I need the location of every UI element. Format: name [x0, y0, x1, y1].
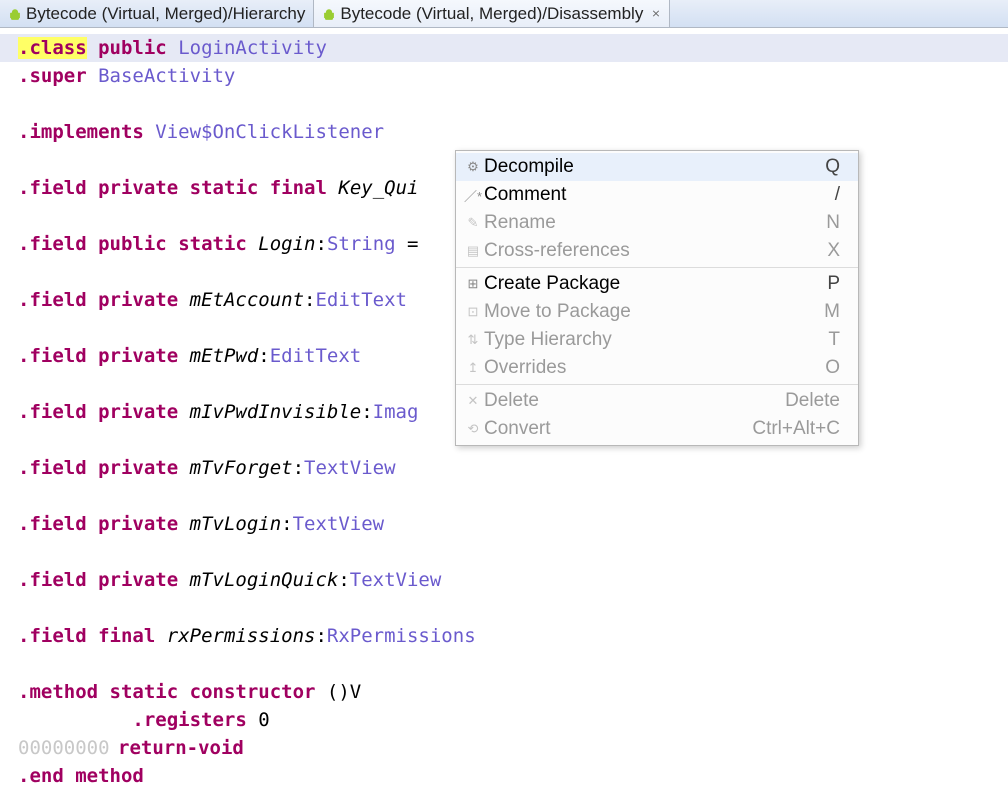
menu-icon: ↥	[462, 360, 484, 376]
android-icon	[8, 7, 22, 21]
close-icon[interactable]: ⨯	[651, 7, 660, 20]
menu-item-convert: ⟲ConvertCtrl+Alt+C	[456, 415, 858, 443]
address: 00000000	[18, 734, 118, 762]
code-line[interactable]	[0, 90, 1008, 118]
menu-icon: ✎	[462, 215, 484, 231]
menu-label: Decompile	[484, 156, 825, 178]
menu-label: Cross-references	[484, 240, 827, 262]
menu-label: Move to Package	[484, 301, 824, 323]
menu-icon: ⊡	[462, 304, 484, 320]
code-line[interactable]: .super BaseActivity	[0, 62, 1008, 90]
code-line[interactable]: .end method	[0, 762, 1008, 790]
menu-item-rename: ✎RenameN	[456, 209, 858, 237]
menu-shortcut: Q	[825, 156, 840, 178]
menu-icon: ／*	[462, 186, 484, 205]
menu-shortcut: O	[825, 357, 840, 379]
code-line[interactable]: .class public LoginActivity	[0, 34, 1008, 62]
menu-shortcut: Ctrl+Alt+C	[752, 418, 840, 440]
menu-icon: ✕	[462, 393, 484, 409]
code-line[interactable]: .method static constructor ()V	[0, 678, 1008, 706]
menu-label: Create Package	[484, 273, 827, 295]
code-line[interactable]: .implements View$OnClickListener	[0, 118, 1008, 146]
menu-icon: ⚙	[462, 159, 484, 175]
menu-icon: ⟲	[462, 421, 484, 437]
code-line[interactable]: .field final rxPermissions:RxPermissions	[0, 622, 1008, 650]
tab-disassembly[interactable]: Bytecode (Virtual, Merged)/Disassembly ⨯	[314, 0, 669, 27]
menu-label: Delete	[484, 390, 785, 412]
menu-item-overrides: ↥OverridesO	[456, 354, 858, 382]
code-line[interactable]	[0, 650, 1008, 678]
menu-icon: ⇅	[462, 332, 484, 348]
menu-label: Convert	[484, 418, 752, 440]
menu-label: Comment	[484, 184, 835, 206]
menu-shortcut: P	[827, 273, 840, 295]
menu-label: Rename	[484, 212, 826, 234]
code-line[interactable]: .field private mTvForget:TextView	[0, 454, 1008, 482]
code-line[interactable]: .field private mTvLoginQuick:TextView	[0, 566, 1008, 594]
menu-shortcut: Delete	[785, 390, 840, 412]
tab-hierarchy[interactable]: Bytecode (Virtual, Merged)/Hierarchy	[0, 0, 314, 27]
code-line[interactable]	[0, 538, 1008, 566]
menu-item-move-to-package: ⊡Move to PackageM	[456, 298, 858, 326]
menu-item-decompile[interactable]: ⚙DecompileQ	[456, 153, 858, 181]
tab-label: Bytecode (Virtual, Merged)/Hierarchy	[26, 4, 305, 24]
menu-icon: ⊞	[462, 276, 484, 292]
menu-item-type-hierarchy: ⇅Type HierarchyT	[456, 326, 858, 354]
menu-label: Type Hierarchy	[484, 329, 828, 351]
tab-label: Bytecode (Virtual, Merged)/Disassembly	[340, 4, 643, 24]
menu-item-delete: ✕DeleteDelete	[456, 387, 858, 415]
menu-shortcut: X	[827, 240, 840, 262]
menu-shortcut: M	[824, 301, 840, 323]
menu-shortcut: T	[828, 329, 840, 351]
code-line[interactable]: .field private mTvLogin:TextView	[0, 510, 1008, 538]
menu-icon: ▤	[462, 243, 484, 259]
android-icon	[322, 7, 336, 21]
menu-shortcut: N	[826, 212, 840, 234]
code-line[interactable]	[0, 594, 1008, 622]
context-menu: ⚙DecompileQ／*Comment/✎RenameN▤Cross-refe…	[455, 150, 859, 446]
menu-label: Overrides	[484, 357, 825, 379]
menu-shortcut: /	[835, 184, 840, 206]
menu-item-cross-references: ▤Cross-referencesX	[456, 237, 858, 265]
menu-item-create-package[interactable]: ⊞Create PackageP	[456, 270, 858, 298]
menu-item-comment[interactable]: ／*Comment/	[456, 181, 858, 209]
tab-bar: Bytecode (Virtual, Merged)/Hierarchy Byt…	[0, 0, 1008, 28]
code-line[interactable]: .registers 0	[0, 706, 1008, 734]
code-line[interactable]	[0, 482, 1008, 510]
code-line[interactable]: 00000000return-void	[0, 734, 1008, 762]
